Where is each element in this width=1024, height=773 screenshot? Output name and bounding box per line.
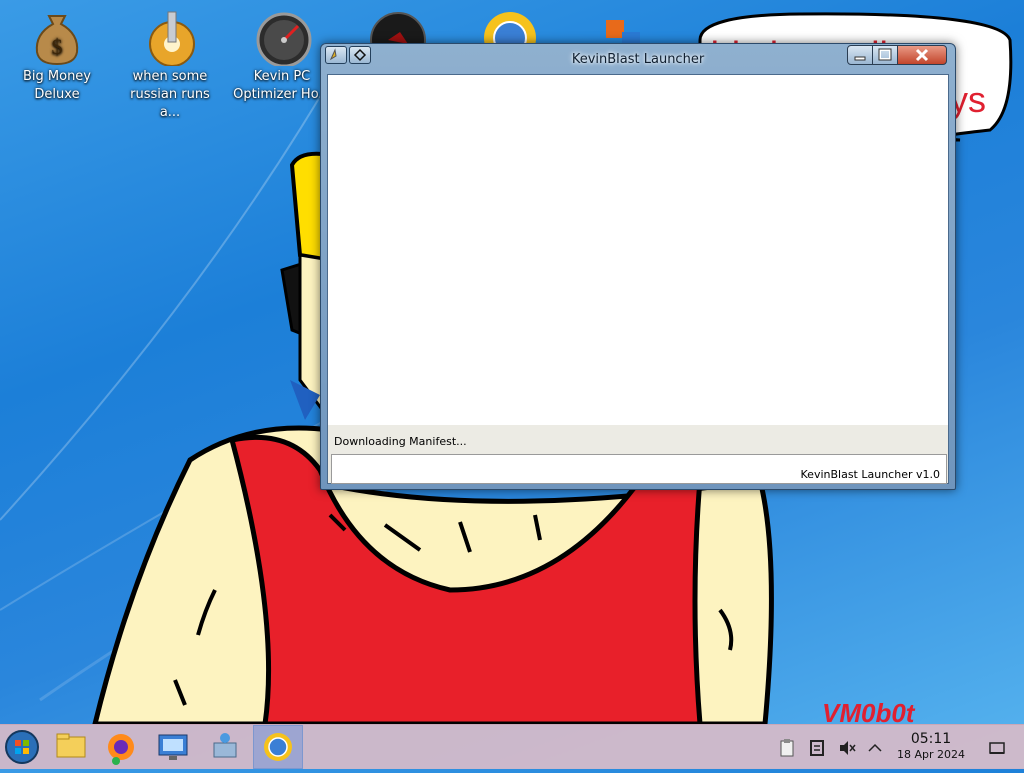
tray-notes-icon[interactable] bbox=[808, 739, 826, 757]
desktop-icon-label: Kevin PC Optimizer Ho... bbox=[233, 69, 331, 102]
start-orb-icon bbox=[5, 730, 39, 764]
minimize-button[interactable] bbox=[847, 45, 873, 65]
file-explorer-icon bbox=[56, 733, 86, 758]
taskbar-firefox[interactable] bbox=[96, 725, 146, 769]
wallpaper-signature: VM0b0t bbox=[822, 698, 916, 724]
close-icon bbox=[915, 48, 929, 62]
desktop-icon-kevin-pc-optimizer[interactable]: Kevin PC Optimizer Ho... bbox=[230, 0, 334, 104]
desktop-icon-russian[interactable]: when some russian runs a... bbox=[118, 0, 222, 122]
window-titlebar[interactable]: KevinBlast Launcher bbox=[321, 44, 955, 74]
show-desktop-icon[interactable] bbox=[988, 739, 1006, 757]
clock-date[interactable]: 18 Apr 2024 bbox=[890, 748, 972, 761]
maximize-button[interactable] bbox=[872, 45, 898, 65]
kevinblast-launcher-icon bbox=[264, 733, 292, 761]
gear-icon bbox=[144, 10, 196, 67]
svg-text:$: $ bbox=[52, 34, 63, 59]
launcher-content-panel bbox=[328, 75, 948, 425]
close-button[interactable] bbox=[897, 45, 947, 65]
tray-clipboard-icon[interactable] bbox=[778, 739, 796, 757]
tray-volume-muted-icon[interactable] bbox=[838, 739, 856, 757]
firefox-icon bbox=[108, 734, 134, 765]
taskbar-network[interactable] bbox=[200, 725, 250, 769]
taskbar-remote-desktop[interactable] bbox=[148, 725, 198, 769]
window-client-area: Downloading Manifest... KevinBlast Launc… bbox=[327, 74, 949, 484]
launcher-window[interactable]: KevinBlast Launcher Downloading Manifest… bbox=[320, 43, 956, 490]
desktop-icon-big-money-deluxe[interactable]: $ Big Money Deluxe bbox=[5, 0, 109, 104]
money-bag-icon: $ bbox=[31, 10, 83, 66]
taskbar-file-explorer[interactable] bbox=[46, 725, 96, 769]
taskbar-kevinblast-launcher[interactable] bbox=[253, 725, 303, 769]
desktop-icon-label: when some russian runs a... bbox=[130, 69, 210, 120]
tray-expand-chevron-icon[interactable] bbox=[866, 739, 884, 757]
speedometer-icon bbox=[256, 10, 312, 68]
desktop-icon-label: Big Money Deluxe bbox=[22, 69, 91, 102]
download-progress-bar: KevinBlast Launcher v1.0 bbox=[331, 454, 947, 484]
version-label: KevinBlast Launcher v1.0 bbox=[800, 468, 940, 481]
start-button[interactable] bbox=[0, 725, 50, 769]
taskbar bbox=[0, 724, 1024, 769]
download-status-label: Downloading Manifest... bbox=[334, 435, 467, 448]
clock-time[interactable]: 05:11 bbox=[900, 731, 962, 747]
remote-desktop-icon bbox=[158, 734, 188, 760]
network-icon bbox=[213, 733, 237, 758]
